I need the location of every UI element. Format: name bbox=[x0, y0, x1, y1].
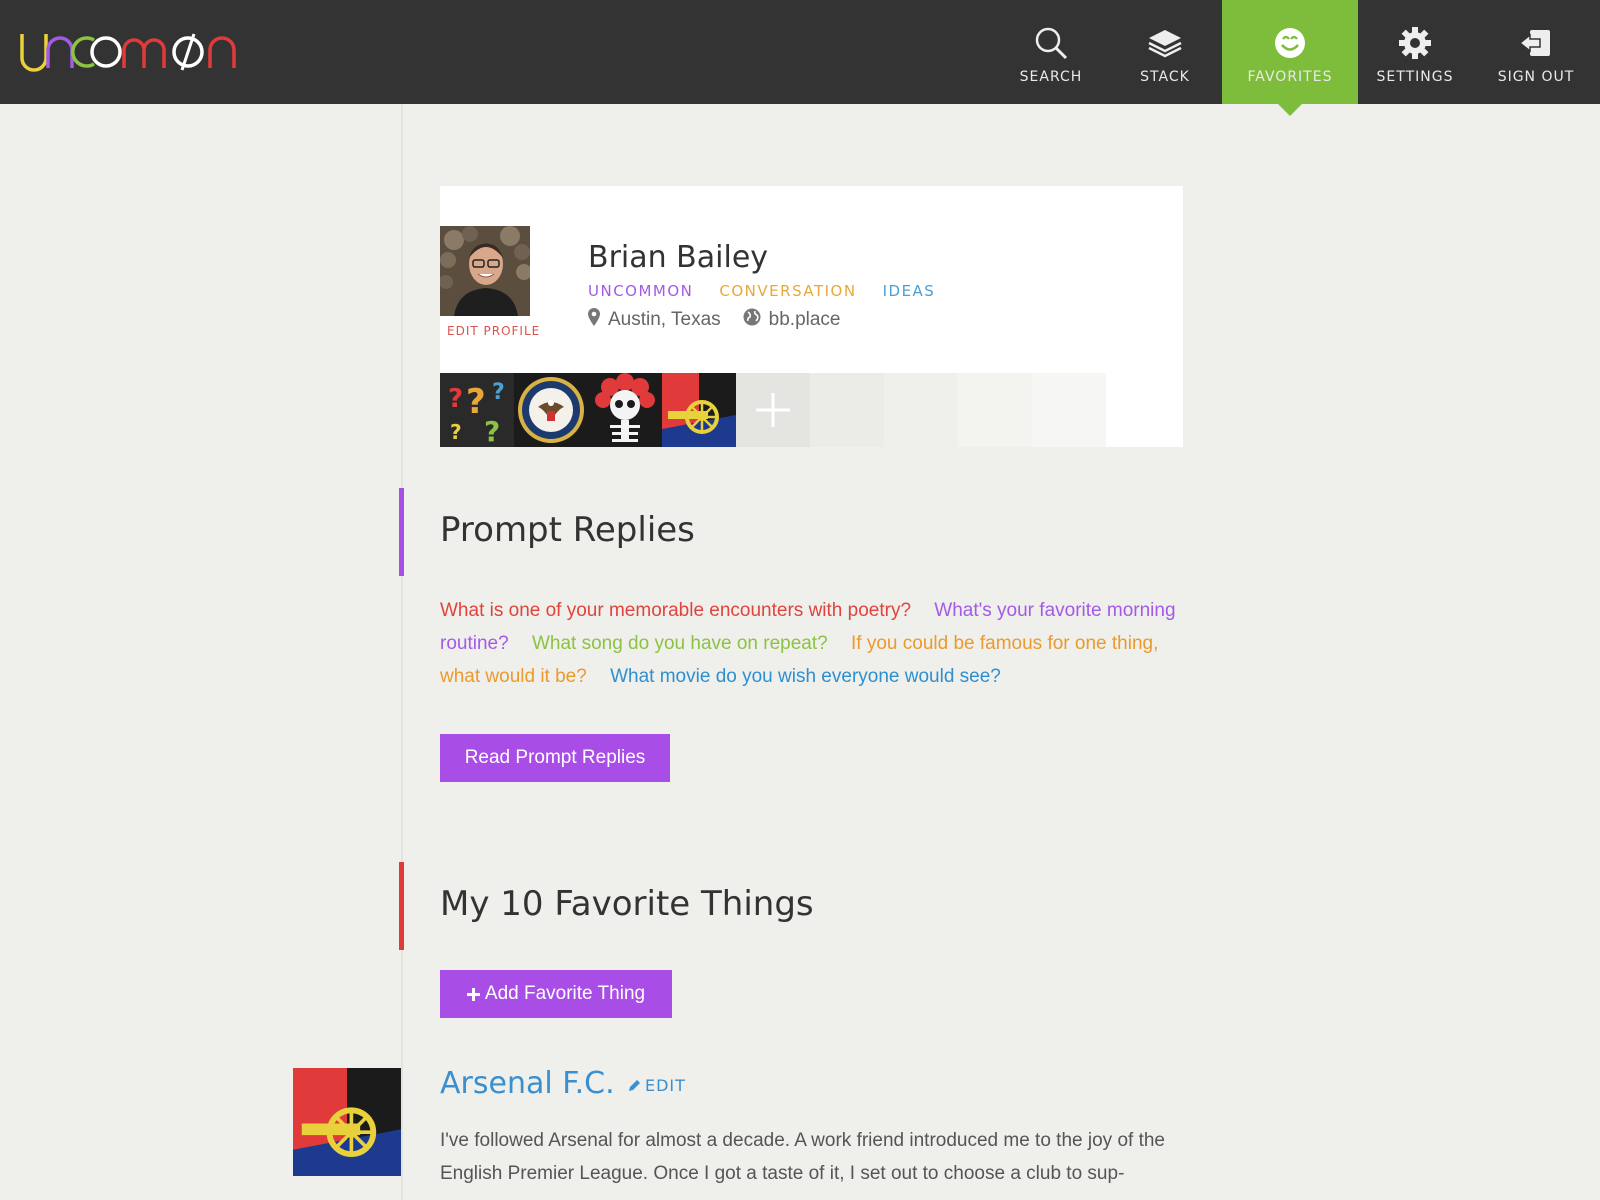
section-marker bbox=[399, 488, 404, 576]
nav-stack[interactable]: STACK bbox=[1108, 0, 1222, 104]
profile-meta: Austin, Texas bb.place bbox=[588, 308, 863, 332]
prompt-link[interactable]: What is one of your memorable encounters… bbox=[440, 600, 911, 621]
plus-icon bbox=[466, 987, 480, 1001]
globe-icon bbox=[743, 308, 761, 332]
add-badge-button[interactable] bbox=[736, 373, 810, 447]
profile-website[interactable]: bb.place bbox=[769, 309, 841, 331]
main-nav: SEARCH STACK FAVORITES SETTINGS SIGN OUT bbox=[994, 0, 1600, 116]
nav-label: SEARCH bbox=[1019, 69, 1083, 85]
nav-label: SETTINGS bbox=[1376, 69, 1454, 85]
empty-badge-slot bbox=[884, 373, 958, 447]
arsenal-badge[interactable] bbox=[662, 373, 736, 447]
sign-out-icon bbox=[1518, 25, 1554, 61]
badge-strip: ? ? ? ? ? bbox=[440, 373, 1106, 448]
nav-sign-out[interactable]: SIGN OUT bbox=[1472, 0, 1600, 104]
prompt-link[interactable]: What song do you have on repeat? bbox=[532, 633, 828, 654]
empty-badge-slot bbox=[1032, 373, 1106, 447]
profile-card: EDIT PROFILE Brian Bailey UNCOMMON CONVE… bbox=[440, 186, 1183, 448]
pencil-icon bbox=[627, 1079, 641, 1093]
favorite-description: I've followed Arsenal for almost a decad… bbox=[440, 1130, 1165, 1184]
profile-name: Brian Bailey bbox=[588, 240, 769, 275]
svg-text:?: ? bbox=[450, 420, 462, 444]
nav-settings[interactable]: SETTINGS bbox=[1358, 0, 1472, 104]
smiley-icon bbox=[1272, 25, 1308, 61]
location-pin-icon bbox=[588, 308, 600, 332]
nav-label: STACK bbox=[1140, 69, 1190, 85]
favorite-title[interactable]: Arsenal F.C. bbox=[440, 1066, 615, 1101]
section-title-prompt-replies: Prompt Replies bbox=[440, 510, 695, 550]
profile-tag: UNCOMMON bbox=[588, 282, 694, 300]
prompt-link[interactable]: What movie do you wish everyone would se… bbox=[610, 666, 1001, 687]
svg-text:?: ? bbox=[448, 384, 463, 414]
nav-label: FAVORITES bbox=[1247, 69, 1333, 85]
prompt-list: What is one of your memorable encounters… bbox=[440, 594, 1180, 693]
nav-search[interactable]: SEARCH bbox=[994, 0, 1108, 104]
profile-tag: IDEAS bbox=[882, 282, 936, 300]
nav-favorites[interactable]: FAVORITES bbox=[1222, 0, 1358, 116]
nav-label: SIGN OUT bbox=[1497, 69, 1575, 85]
favorite-thumbnail[interactable] bbox=[293, 1068, 401, 1176]
empty-badge-slot bbox=[810, 373, 884, 447]
svg-text:?: ? bbox=[492, 380, 505, 405]
section-marker bbox=[399, 862, 404, 950]
favorite-edit-link[interactable]: EDIT bbox=[627, 1076, 686, 1095]
profile-location: Austin, Texas bbox=[608, 309, 721, 330]
profile-tag: CONVERSATION bbox=[719, 282, 857, 300]
empty-badge-slot bbox=[958, 373, 1032, 447]
top-bar: SEARCH STACK FAVORITES SETTINGS SIGN OUT bbox=[0, 0, 1600, 116]
add-favorite-label: Add Favorite Thing bbox=[484, 983, 646, 1004]
skull-badge[interactable] bbox=[588, 373, 662, 447]
question-marks-badge[interactable]: ? ? ? ? ? bbox=[440, 373, 514, 448]
add-favorite-thing-button[interactable]: Add Favorite Thing bbox=[440, 970, 672, 1018]
svg-text:?: ? bbox=[466, 382, 486, 422]
profile-tags: UNCOMMON CONVERSATION IDEAS bbox=[588, 282, 935, 300]
gear-icon bbox=[1397, 25, 1433, 61]
favorite-edit-label: EDIT bbox=[645, 1076, 686, 1095]
section-title-favorites: My 10 Favorite Things bbox=[440, 884, 814, 924]
edit-profile-link[interactable]: EDIT PROFILE bbox=[447, 324, 540, 338]
timeline-line bbox=[401, 104, 403, 1200]
avatar[interactable] bbox=[440, 226, 530, 316]
svg-text:?: ? bbox=[484, 415, 500, 447]
stack-icon bbox=[1147, 25, 1183, 61]
search-icon bbox=[1033, 25, 1069, 61]
read-prompt-replies-button[interactable]: Read Prompt Replies bbox=[440, 734, 670, 782]
uncommon-logo[interactable] bbox=[18, 28, 244, 74]
seal-badge[interactable] bbox=[514, 373, 588, 447]
